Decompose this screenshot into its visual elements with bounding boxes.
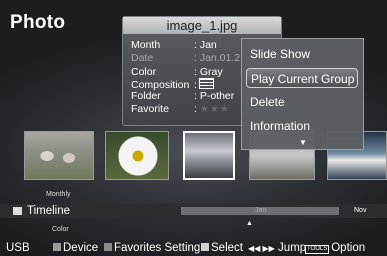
source-label: USB [6, 242, 30, 254]
info-row-date: Date : Jan.01.2 [131, 52, 240, 64]
jump-hint[interactable]: ◀◀ ▶▶ Jump [248, 241, 306, 256]
sort-mode-current[interactable]: Timeline [27, 205, 70, 217]
info-value-month: : Jan [194, 39, 217, 51]
info-value-favorite: : [194, 103, 197, 115]
photo-thumbnail-flower[interactable] [105, 131, 169, 180]
timeline-marker-icon [13, 207, 22, 215]
select-hint-label: Select [211, 242, 243, 254]
info-row-month: Month : Jan [131, 39, 217, 51]
tools-menu: Slide Show Play Current Group Delete Inf… [241, 38, 364, 150]
info-filename: image_1.jpg [123, 17, 281, 34]
photo-thumbnail-selected[interactable] [183, 131, 235, 180]
sort-mode-below[interactable]: Color [52, 226, 69, 233]
device-hint[interactable]: Device [53, 241, 98, 256]
info-row-favorite: Favorite: ★★★ [131, 103, 230, 116]
timeline-pointer-icon: ▲ [246, 220, 253, 227]
tools-button-icon: TOOLS [305, 245, 330, 254]
info-label-month: Month [131, 39, 161, 51]
menu-item-information[interactable]: Information [246, 116, 358, 136]
jump-hint-label: Jump [278, 242, 307, 254]
favorites-hint-label: Favorites Setting [114, 242, 201, 254]
gray-button-icon [104, 243, 112, 251]
photo-thumbnail-sheep[interactable] [24, 131, 94, 180]
sort-mode-above[interactable]: Monthly [46, 191, 71, 198]
photo-browser-screen: Photo image_1.jpg Month: Jan Date: Jan.0… [0, 0, 387, 256]
menu-item-delete[interactable]: Delete [246, 92, 358, 112]
rewind-forward-icon: ◀◀ ▶▶ [248, 244, 275, 253]
horizontal-lines-icon [198, 78, 214, 89]
device-hint-label: Device [63, 242, 99, 254]
info-label-favorite: Favorite [131, 103, 169, 115]
option-hint[interactable]: TOOLS Option [305, 241, 365, 256]
gray-button-icon [53, 243, 61, 251]
info-value-date: : Jan.01.2 [194, 52, 241, 64]
favorite-stars-icon: ★★★ [199, 104, 230, 115]
select-button-icon [201, 243, 209, 251]
timeline-month-nov: Nov [354, 207, 367, 214]
page-title: Photo [10, 12, 66, 33]
favorites-setting-hint[interactable]: Favorites Setting [104, 241, 200, 256]
info-row-color: Color : Gray [131, 66, 223, 78]
select-hint[interactable]: Select [201, 241, 243, 256]
scroll-down-icon[interactable]: ▼ [299, 138, 307, 147]
bottom-help-bar: USB Device Favorites Setting Select ◀◀ ▶… [0, 241, 387, 256]
timeline-month-jan: Jan [255, 207, 267, 214]
info-label-date: Date [131, 52, 154, 64]
option-hint-label: Option [331, 242, 366, 254]
info-label-color: Color [131, 66, 157, 78]
menu-item-slide-show[interactable]: Slide Show [246, 44, 358, 64]
info-value-folder: : P-other [194, 90, 235, 102]
info-row-folder: Folder : P-other [131, 90, 234, 102]
info-label-folder: Folder [131, 90, 161, 102]
menu-item-play-current-group[interactable]: Play Current Group [246, 68, 358, 88]
info-value-color: : Gray [194, 66, 223, 78]
